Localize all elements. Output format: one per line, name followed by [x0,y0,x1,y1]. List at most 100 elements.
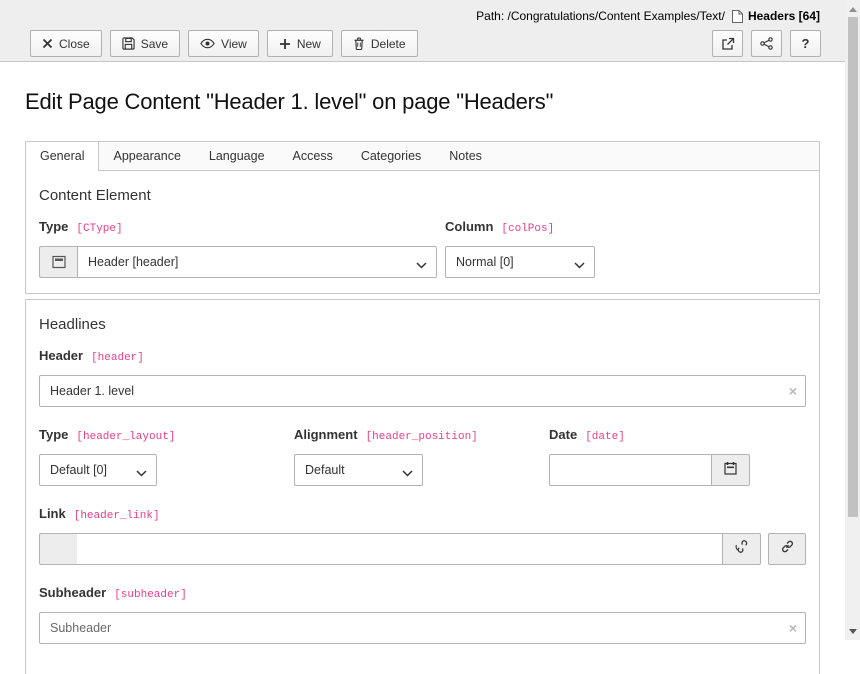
help-button[interactable]: ? [790,30,821,57]
link-browser-button[interactable] [768,533,806,565]
edit-form: General Appearance Language Access Categ… [25,141,820,674]
clear-subheader-icon[interactable]: × [789,621,797,635]
save-icon [122,37,135,50]
ctype-label-text: Type [39,219,68,234]
subheader-label: Subheader [subheader] [39,585,806,601]
close-button[interactable]: Close [30,30,102,57]
view-button-label: View [221,37,247,51]
header-layout-select[interactable]: Default [0] [39,454,157,486]
tab-language[interactable]: Language [195,142,279,170]
colpos-code: [colPos] [501,223,554,235]
field-colpos: Column [colPos] Normal [0] [445,219,595,278]
colpos-select-value: Normal [0] [456,255,514,269]
subheader-input[interactable] [39,612,806,644]
content-element-heading: Content Element [39,187,806,204]
close-button-label: Close [59,37,90,51]
header-layout-label-text: Type [39,427,68,442]
edit-form-main: Edit Page Content "Header 1. level" on p… [0,89,860,674]
toolbar-button-group: Close Save [30,30,418,57]
date-picker-button[interactable] [712,454,750,486]
ctype-label: Type [CType] [39,219,437,235]
header-layout-select-value: Default [0] [50,463,107,477]
scroll-up-arrow[interactable] [845,2,860,16]
chevron-down-icon [136,466,147,480]
header-options-row: Type [header_layout] Default [0] Alignme… [39,427,806,486]
section-content-element: Content Element Type [CType] [25,170,820,294]
header-position-code: [header_position] [366,431,478,443]
open-in-new-window-button[interactable] [712,30,743,57]
field-header: Header [header] × [39,348,806,407]
header-position-label: Alignment [header_position] [294,427,549,443]
subheader-code: [subheader] [114,589,187,601]
open-external-icon [721,37,735,51]
record-path: Path: /Congratulations/Content Examples/… [476,9,725,23]
save-button[interactable]: Save [110,30,180,57]
unlink-icon [734,539,749,559]
delete-button[interactable]: Delete [341,30,418,57]
header-label: Header [header] [39,348,806,364]
delete-button-label: Delete [371,37,406,51]
tab-categories[interactable]: Categories [347,142,435,170]
new-button-label: New [297,37,321,51]
headlines-heading: Headlines [39,316,806,333]
date-label-text: Date [549,427,577,442]
header-input[interactable] [39,375,806,407]
header-label-text: Header [39,348,83,363]
header-layout-code: [header_layout] [76,431,175,443]
chevron-down-icon [574,258,585,272]
header-link-code: [header_link] [74,510,160,522]
chevron-down-icon [416,258,427,272]
toolbar-right-group: ? [712,30,821,57]
link-type-addon [39,533,77,565]
field-date: Date [date] [549,427,804,486]
header-link-label-text: Link [39,506,66,521]
field-header-position: Alignment [header_position] Default [294,427,549,486]
header-link-input[interactable] [77,533,723,565]
header-position-select-value: Default [305,463,345,477]
field-subheader: Subheader [subheader] × [39,585,806,644]
save-button-label: Save [141,37,168,51]
header-code: [header] [91,352,144,364]
calendar-icon [724,461,737,480]
ctype-select[interactable]: Header [header] [77,246,437,278]
tab-access[interactable]: Access [279,142,347,170]
link-explode-button[interactable] [723,533,761,565]
date-code: [date] [585,431,625,443]
section-headlines: Headlines Header [header] × Type [header… [25,299,820,674]
new-button[interactable]: New [267,30,333,57]
scroll-down-arrow[interactable] [845,624,860,638]
page-scrollbar[interactable] [845,0,860,640]
colpos-select[interactable]: Normal [0] [445,246,595,278]
field-header-layout: Type [header_layout] Default [0] [39,427,294,486]
header-content-element-icon [39,246,77,278]
clear-header-icon[interactable]: × [789,384,797,398]
record-title: Headers [64] [748,9,820,23]
tab-general[interactable]: General [25,142,99,171]
chevron-down-icon [402,466,413,480]
trash-icon [353,37,365,50]
tab-notes[interactable]: Notes [435,142,496,170]
header-layout-label: Type [header_layout] [39,427,294,443]
share-button[interactable] [751,30,782,57]
page-document-icon [731,9,744,24]
page-title: Edit Page Content "Header 1. level" on p… [25,89,820,115]
view-button[interactable]: View [188,30,259,57]
colpos-label: Column [colPos] [445,219,595,235]
doc-header: Path: /Congratulations/Content Examples/… [0,0,860,62]
record-path-row: Path: /Congratulations/Content Examples/… [0,0,845,26]
link-icon [780,539,795,559]
header-position-label-text: Alignment [294,427,358,442]
tab-appearance[interactable]: Appearance [99,142,194,170]
colpos-label-text: Column [445,219,493,234]
ctype-code: [CType] [76,223,122,235]
date-input[interactable] [549,454,712,486]
help-icon: ? [802,36,810,51]
ctype-select-value: Header [header] [88,255,178,269]
scrollbar-thumb[interactable] [848,17,858,517]
doc-header-toolbar: Close Save [0,26,845,57]
header-position-select[interactable]: Default [294,454,423,486]
view-icon [200,38,215,49]
header-link-label: Link [header_link] [39,506,806,522]
plus-icon [279,38,291,50]
field-ctype: Type [CType] Header [header] [39,219,437,278]
